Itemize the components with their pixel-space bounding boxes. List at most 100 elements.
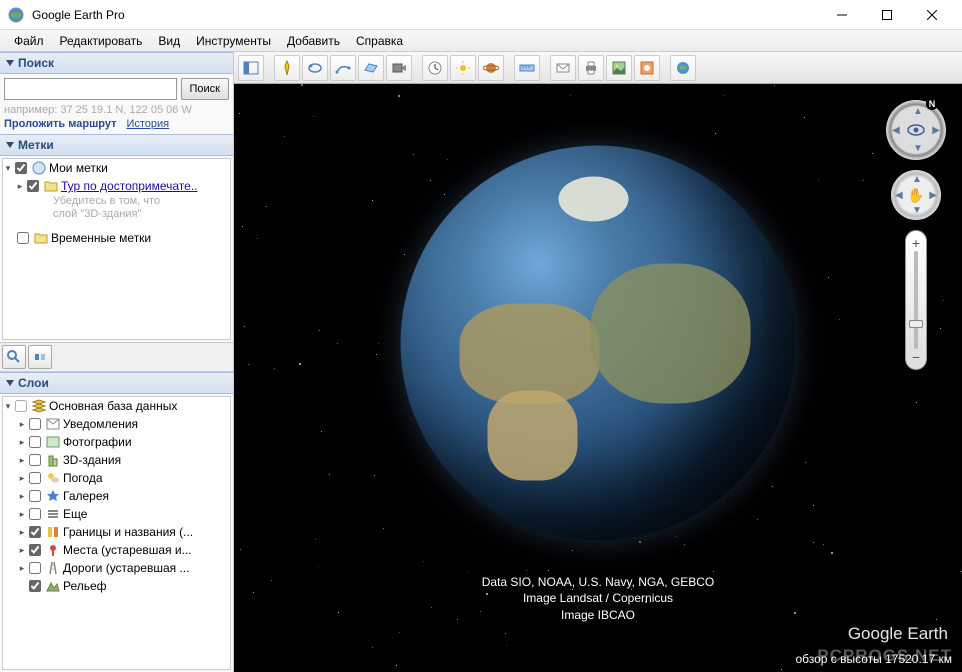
layer-item[interactable]: ▸Погода <box>3 469 230 487</box>
time-history-button[interactable] <box>422 55 448 81</box>
print-button[interactable] <box>578 55 604 81</box>
hand-icon: ✋ <box>907 187 924 204</box>
kml-button[interactable] <box>634 55 660 81</box>
layer-checkbox[interactable] <box>29 526 41 538</box>
zoom-thumb[interactable] <box>909 320 923 328</box>
globe-view[interactable]: N ▲ ▼ ◀ ▶ ▲ ▼ ◀ ▶ ✋ + − <box>234 84 962 672</box>
window-titlebar: Google Earth Pro <box>0 0 962 30</box>
menu-add[interactable]: Добавить <box>279 32 348 50</box>
zoom-out-button[interactable]: − <box>908 349 924 365</box>
search-panel-title: Поиск <box>18 56 54 70</box>
zoom-in-button[interactable]: + <box>908 235 924 251</box>
record-button[interactable] <box>386 55 412 81</box>
tour-link[interactable]: Тур по достопримечате.. <box>61 179 198 193</box>
layer-item[interactable]: ▸Места (устаревшая и... <box>3 541 230 559</box>
email-button[interactable] <box>550 55 576 81</box>
menu-tools[interactable]: Инструменты <box>188 32 279 50</box>
eye-icon <box>907 124 925 136</box>
layer-item[interactable]: ▸ Еще <box>3 505 230 523</box>
tree-toggle[interactable]: ▸ <box>15 181 25 191</box>
layer-label: Границы и названия (... <box>63 525 193 539</box>
planet-button[interactable] <box>478 55 504 81</box>
image-overlay-button[interactable] <box>358 55 384 81</box>
layer-checkbox[interactable] <box>29 418 41 430</box>
layer-item[interactable]: ▸Фотографии <box>3 433 230 451</box>
search-input[interactable] <box>4 78 177 100</box>
layer-checkbox[interactable] <box>29 508 41 520</box>
menubar: Файл Редактировать Вид Инструменты Добав… <box>0 30 962 52</box>
tree-toggle[interactable]: ▸ <box>17 545 27 555</box>
weather-icon <box>45 470 61 486</box>
database-icon <box>31 398 47 414</box>
zoom-track[interactable] <box>914 251 918 349</box>
my-marks-label[interactable]: Мои метки <box>49 161 108 175</box>
tree-toggle[interactable]: ▸ <box>17 491 27 501</box>
layer-label: Рельеф <box>63 579 107 593</box>
globe[interactable] <box>401 145 796 540</box>
tree-toggle[interactable]: ▾ <box>3 163 13 173</box>
layers-root-label[interactable]: Основная база данных <box>49 399 177 413</box>
layer-label: 3D-здания <box>63 453 121 467</box>
checkbox-temp-marks[interactable] <box>17 232 29 244</box>
layer-item[interactable]: Рельеф <box>3 577 230 595</box>
layer-item[interactable]: ▸ Границы и названия (... <box>3 523 230 541</box>
layer-item[interactable]: ▸Галерея <box>3 487 230 505</box>
mail-icon <box>45 416 61 432</box>
layer-checkbox[interactable] <box>29 472 41 484</box>
maximize-button[interactable] <box>864 0 909 29</box>
menu-view[interactable]: Вид <box>150 32 188 50</box>
tree-toggle[interactable]: ▸ <box>17 527 27 537</box>
pin-button[interactable] <box>274 55 300 81</box>
temp-marks-label[interactable]: Временные метки <box>51 231 151 245</box>
marks-panel-header[interactable]: Метки <box>0 134 233 156</box>
main-toolbar <box>234 52 962 84</box>
layer-checkbox[interactable] <box>29 562 41 574</box>
checkbox-root[interactable] <box>15 400 27 412</box>
layer-checkbox[interactable] <box>29 544 41 556</box>
polygon-button[interactable] <box>302 55 328 81</box>
layer-label: Еще <box>63 507 87 521</box>
close-button[interactable] <box>909 0 954 29</box>
layers-panel-header[interactable]: Слои <box>0 372 233 394</box>
checkbox-tour[interactable] <box>27 180 39 192</box>
tour-play-button[interactable] <box>28 345 52 369</box>
layer-checkbox[interactable] <box>29 436 41 448</box>
menu-edit[interactable]: Редактировать <box>52 32 151 50</box>
history-link[interactable]: История <box>126 118 169 130</box>
save-image-button[interactable] <box>606 55 632 81</box>
zoom-slider[interactable]: + − <box>905 230 927 370</box>
layer-checkbox[interactable] <box>29 454 41 466</box>
layer-checkbox[interactable] <box>29 580 41 592</box>
layer-checkbox[interactable] <box>29 490 41 502</box>
ruler-button[interactable] <box>514 55 540 81</box>
tree-toggle[interactable]: ▸ <box>17 509 27 519</box>
menu-file[interactable]: Файл <box>6 32 52 50</box>
checkbox-my-marks[interactable] <box>15 162 27 174</box>
pan-control[interactable]: ▲ ▼ ◀ ▶ ✋ <box>891 170 941 220</box>
tree-toggle[interactable]: ▸ <box>17 473 27 483</box>
layer-item[interactable]: ▸Уведомления <box>3 415 230 433</box>
tree-toggle[interactable]: ▸ <box>17 563 27 573</box>
collapse-arrow-icon <box>6 380 14 386</box>
search-marks-button[interactable] <box>2 345 26 369</box>
layer-item[interactable]: ▸Дороги (устаревшая ... <box>3 559 230 577</box>
search-button[interactable]: Поиск <box>181 78 229 100</box>
marks-toolbar <box>0 342 233 372</box>
nav-controls: N ▲ ▼ ◀ ▶ ▲ ▼ ◀ ▶ ✋ + − <box>886 100 946 370</box>
minimize-button[interactable] <box>819 0 864 29</box>
sun-button[interactable] <box>450 55 476 81</box>
tree-toggle[interactable]: ▸ <box>17 437 27 447</box>
search-panel: Поиск например: 37 25 19.1 N, 122 05 06 … <box>0 74 233 134</box>
route-link[interactable]: Проложить маршрут <box>4 118 116 130</box>
tree-toggle[interactable]: ▸ <box>17 419 27 429</box>
path-button[interactable] <box>330 55 356 81</box>
compass-control[interactable]: N ▲ ▼ ◀ ▶ <box>886 100 946 160</box>
layer-item[interactable]: ▸ 3D-здания <box>3 451 230 469</box>
hide-sidebar-button[interactable] <box>238 55 264 81</box>
tree-toggle[interactable]: ▾ <box>3 401 13 411</box>
view-earth-button[interactable] <box>670 55 696 81</box>
search-panel-header[interactable]: Поиск <box>0 52 233 74</box>
sidebar: Поиск Поиск например: 37 25 19.1 N, 122 … <box>0 52 234 672</box>
menu-help[interactable]: Справка <box>348 32 411 50</box>
tree-toggle[interactable]: ▸ <box>17 455 27 465</box>
